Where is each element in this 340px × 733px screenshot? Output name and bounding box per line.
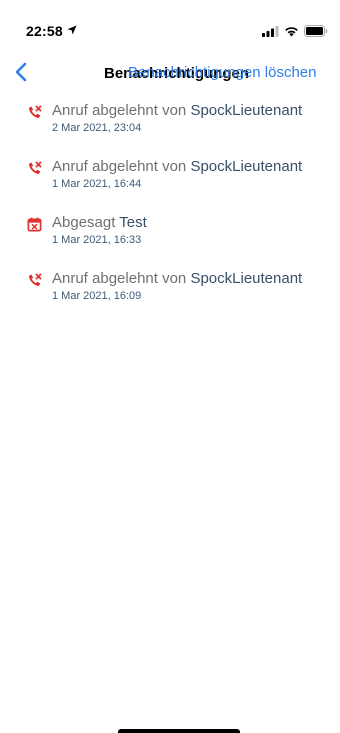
battery-icon	[304, 25, 328, 37]
missed-call-icon	[28, 105, 42, 118]
notification-item[interactable]: Abgesagt Test 1 Mar 2021, 16:33	[0, 208, 340, 264]
wifi-icon	[285, 26, 298, 36]
notification-timestamp: 1 Mar 2021, 16:09	[52, 290, 142, 302]
notification-timestamp: 1 Mar 2021, 16:44	[52, 178, 142, 190]
notification-item[interactable]: Anruf abgelehnt von SpockLieutenant 2 Ma…	[0, 96, 340, 152]
signal-icon	[262, 25, 279, 37]
notification-title: Abgesagt Test	[52, 214, 147, 231]
notification-item[interactable]: Anruf abgelehnt von SpockLieutenant 1 Ma…	[0, 152, 340, 208]
notifications-screen: 22:58 Benachrichtigungen Benachrichtigun…	[0, 0, 340, 733]
notification-subject: SpockLieutenant	[190, 270, 303, 287]
status-indicators	[262, 25, 328, 37]
calendar-cancel-icon	[27, 217, 42, 232]
notification-title-prefix: Anruf abgelehnt von	[52, 158, 187, 175]
notification-subject: SpockLieutenant	[190, 158, 303, 175]
notification-title-prefix: Anruf abgelehnt von	[52, 102, 187, 119]
notification-timestamp: 2 Mar 2021, 23:04	[52, 122, 142, 134]
notification-subject: SpockLieutenant	[190, 102, 303, 119]
back-chevron-icon[interactable]	[10, 60, 34, 84]
home-indicator[interactable]	[118, 729, 240, 733]
missed-call-icon	[28, 273, 42, 286]
notification-title-prefix: Abgesagt	[52, 214, 116, 231]
status-time: 22:58	[26, 23, 63, 39]
notification-item[interactable]: Anruf abgelehnt von SpockLieutenant 1 Ma…	[0, 264, 340, 320]
missed-call-icon	[28, 161, 42, 174]
notification-title: Anruf abgelehnt von SpockLieutenant	[52, 270, 302, 287]
navigation-bar: Benachrichtigungen Benachrichtigungen lö…	[0, 52, 340, 92]
status-bar: 22:58	[0, 0, 340, 44]
notification-timestamp: 1 Mar 2021, 16:33	[52, 234, 142, 246]
notification-title-prefix: Anruf abgelehnt von	[52, 270, 187, 287]
notification-subject: Test	[119, 214, 147, 231]
notification-title: Anruf abgelehnt von SpockLieutenant	[52, 158, 302, 175]
clear-notifications-button[interactable]: Benachrichtigungen löschen	[128, 64, 316, 81]
location-arrow-icon	[67, 25, 77, 35]
notification-title: Anruf abgelehnt von SpockLieutenant	[52, 102, 302, 119]
notification-list: Anruf abgelehnt von SpockLieutenant 2 Ma…	[0, 96, 340, 320]
